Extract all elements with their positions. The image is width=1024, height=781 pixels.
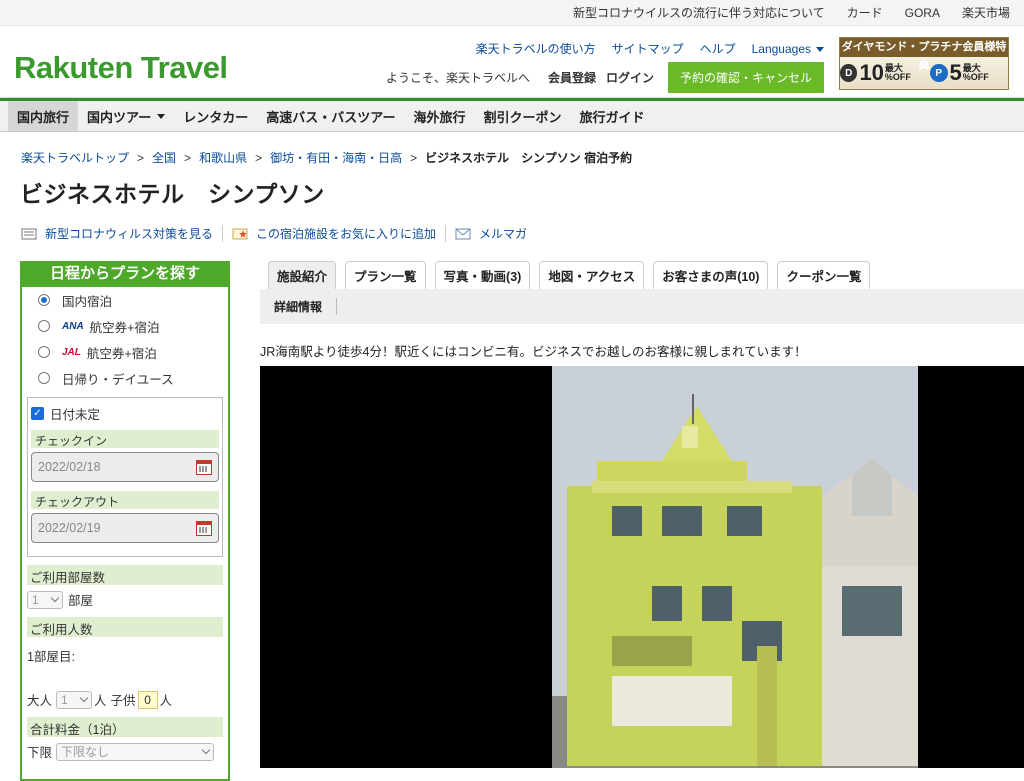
radio-selected[interactable]: [38, 294, 50, 306]
tab-reviews[interactable]: お客さまの声(10): [653, 261, 769, 289]
breadcrumb: 楽天トラベルトップ > 全国 > 和歌山県 > 御坊・有田・海南・日高 > ビジネスホテル シン…: [21, 151, 633, 165]
date-box: ✓ 日付未定 チェックイン 2022/02/18 チェックアウト 2022/02/…: [27, 397, 223, 557]
radio[interactable]: [38, 346, 50, 358]
min-price-select[interactable]: 下限なし: [56, 742, 215, 761]
add-favorite-link[interactable]: この宿泊施設をお気に入りに追加: [232, 225, 447, 242]
member-benefit-banner[interactable]: ダイヤモンド・プラチナ会員様特典 D 10 最大 %OFF P 5 最大 %OF…: [839, 37, 1009, 90]
hotel-photo[interactable]: [260, 366, 1024, 768]
breadcrumb-all[interactable]: 全国: [152, 151, 176, 165]
ana-logo: ANA: [62, 320, 84, 332]
check-icon: ✓: [31, 407, 44, 420]
register-link[interactable]: 会員登録: [548, 69, 596, 86]
nav-rentacar[interactable]: レンタカー: [174, 101, 257, 131]
price-section-label: 合計料金（1泊）: [27, 717, 223, 737]
utility-bar: 新型コロナウイルスの流行に伴う対応について カード GORA 楽天市場: [0, 0, 1024, 26]
sitemap-link[interactable]: サイトマップ: [612, 40, 684, 57]
rooms-section-label: ご利用部屋数: [27, 565, 223, 585]
guests-section-label: ご利用人数: [27, 617, 223, 637]
covid-notice-link[interactable]: 新型コロナウイルスの流行に伴う対応について: [573, 4, 825, 21]
document-icon: [21, 228, 37, 240]
plan-search-sidebar: 日程からプランを探す 国内宿泊 ANA 航空券+宿泊 JAL 航空券+宿泊 日帰り・…: [20, 261, 230, 781]
radio[interactable]: [38, 320, 50, 332]
nav-overseas[interactable]: 海外旅行: [405, 101, 475, 131]
radio[interactable]: [38, 372, 50, 384]
rakuten-ichiba-link[interactable]: 楽天市場: [962, 4, 1010, 21]
checkin-input[interactable]: 2022/02/18: [31, 452, 219, 482]
adult-select[interactable]: 1: [56, 690, 93, 709]
banner-title: ダイヤモンド・プラチナ会員様特典: [840, 38, 1008, 72]
page-title: ビジネスホテル シンプソン: [20, 181, 325, 207]
child-label: 子供: [110, 694, 136, 708]
rooms-select[interactable]: 1: [27, 590, 63, 609]
nav-domestic[interactable]: 国内旅行: [8, 101, 79, 131]
mail-icon: [455, 228, 471, 240]
chevron-down-icon: [157, 113, 166, 119]
gora-link[interactable]: GORA: [905, 6, 940, 20]
breadcrumb-wakayama[interactable]: 和歌山県: [199, 151, 247, 165]
adult-label: 大人: [27, 694, 53, 708]
mail-magazine-link[interactable]: メルマガ: [455, 225, 536, 242]
subtab-details[interactable]: 詳細情報: [274, 298, 338, 315]
option-jal-flight-hotel[interactable]: JAL 航空券+宿泊: [22, 339, 228, 365]
help-link[interactable]: ヘルプ: [700, 40, 736, 57]
header: Rakuten Travel 楽天トラベルの使い方 サイトマップ ヘルプ Lan…: [0, 26, 1024, 98]
hotel-description: JR海南駅より徒歩4分！駅近くにはコンビニ有。ビジネスでお越しのお客様に親しまれ…: [260, 345, 807, 359]
calendar-icon[interactable]: [196, 459, 212, 475]
card-link[interactable]: カード: [847, 4, 883, 21]
sidebar-title: 日程からプランを探す: [22, 261, 228, 287]
login-link[interactable]: ログイン: [606, 69, 654, 86]
tab-coupons[interactable]: クーポン一覧: [777, 261, 871, 289]
room1-label: 1部屋目:: [27, 650, 75, 664]
checkout-input[interactable]: 2022/02/19: [31, 513, 219, 543]
reservation-check-button[interactable]: 予約の確認・キャンセル: [667, 62, 824, 93]
nav-bus[interactable]: 高速バス・バスツアー: [257, 101, 404, 131]
checkout-label: チェックアウト: [31, 491, 219, 509]
rakuten-travel-logo[interactable]: Rakuten Travel: [14, 50, 228, 86]
child-input[interactable]: 0: [137, 690, 158, 709]
languages-dropdown[interactable]: Languages: [752, 42, 824, 56]
hotel-actions: 新型コロナウィルス対策を見る この宿泊施設をお気に入りに追加 メルマガ: [0, 225, 1024, 242]
diamond-icon: D: [840, 64, 858, 82]
min-price-label: 下限: [27, 746, 53, 760]
breadcrumb-current: ビジネスホテル シンプソン 宿泊予約: [425, 151, 633, 165]
howto-link[interactable]: 楽天トラベルの使い方: [476, 40, 596, 57]
hotel-tabs: 施設紹介 プラン一覧 写真・動画(3) 地図・アクセス お客さまの声(10) ク…: [268, 261, 871, 289]
option-day-use[interactable]: 日帰り・デイユース: [22, 365, 228, 391]
covid-measures-link[interactable]: 新型コロナウィルス対策を見る: [21, 225, 224, 242]
checkin-label: チェックイン: [31, 430, 219, 448]
chevron-down-icon: [201, 745, 211, 755]
tab-map[interactable]: 地図・アクセス: [539, 261, 645, 289]
platinum-offer: P 5 最大 %OFF: [929, 62, 1008, 84]
calendar-icon[interactable]: [196, 520, 212, 536]
diamond-offer: D 10 最大 %OFF: [840, 62, 930, 84]
tab-photos[interactable]: 写真・動画(3): [434, 261, 531, 289]
nav-coupon[interactable]: 割引クーポン: [475, 101, 571, 131]
favorite-icon: [232, 228, 248, 240]
hotel-building-image: [552, 366, 918, 768]
option-domestic-stay[interactable]: 国内宿泊: [22, 287, 228, 313]
breadcrumb-area[interactable]: 御坊・有田・海南・日高: [270, 151, 402, 165]
main-nav: 国内旅行 国内ツアー レンタカー 高速バス・バスツアー 海外旅行 割引クーポン …: [0, 98, 1024, 132]
date-undecided-checkbox[interactable]: ✓ 日付未定: [31, 404, 219, 423]
nav-domestic-tour[interactable]: 国内ツアー: [78, 101, 174, 131]
chevron-down-icon: [79, 693, 89, 703]
sub-tabs: 詳細情報: [260, 289, 1024, 324]
platinum-icon: P: [929, 64, 948, 82]
jal-logo: JAL: [62, 346, 81, 358]
nav-guide[interactable]: 旅行ガイド: [571, 101, 654, 131]
welcome-text: ようこそ、楽天トラベルへ: [385, 71, 530, 85]
option-ana-flight-hotel[interactable]: ANA 航空券+宿泊: [22, 313, 228, 339]
breadcrumb-top[interactable]: 楽天トラベルトップ: [21, 151, 129, 165]
chevron-down-icon: [50, 593, 60, 603]
rooms-unit: 部屋: [68, 594, 94, 608]
tab-overview[interactable]: 施設紹介: [268, 261, 337, 289]
tab-plans[interactable]: プラン一覧: [345, 261, 426, 289]
